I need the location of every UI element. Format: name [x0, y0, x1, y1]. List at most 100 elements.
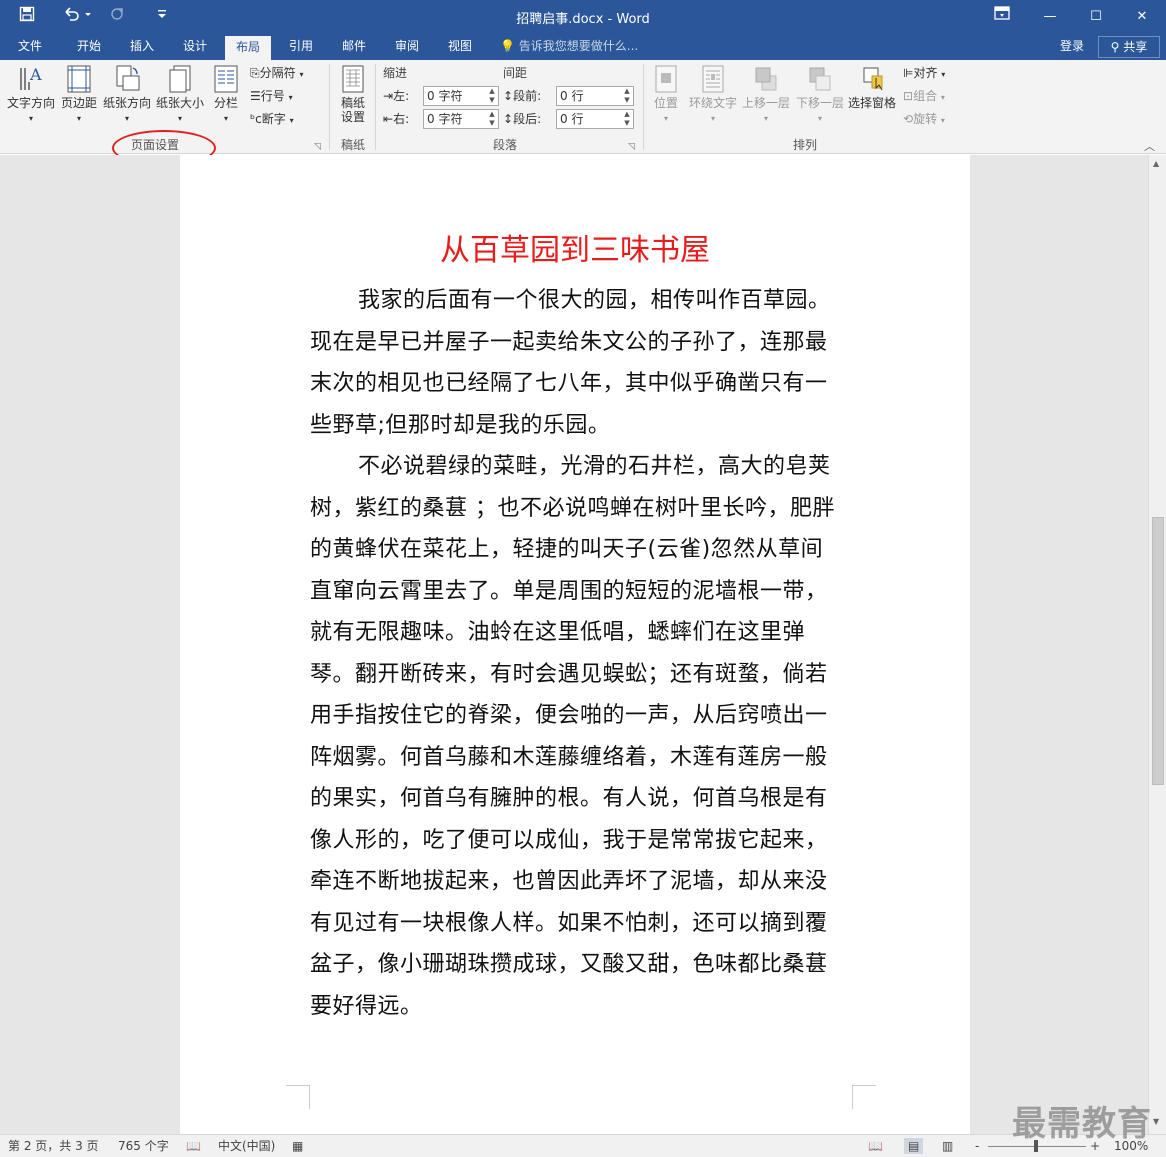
tab-layout[interactable]: 布局: [225, 36, 271, 60]
text-direction-button[interactable]: A 文字方向 ▾: [4, 64, 58, 126]
tab-view[interactable]: 视图: [437, 34, 483, 60]
draft-paper-group-label: 稿纸: [340, 138, 365, 152]
tab-references[interactable]: 引用: [278, 34, 324, 60]
ribbon-display-icon[interactable]: [982, 4, 1022, 30]
bring-forward-label: 上移一层: [741, 96, 790, 110]
zoom-out-button[interactable]: -: [975, 1138, 979, 1154]
orientation-button[interactable]: 纸张方向 ▾: [100, 64, 154, 126]
selection-pane-button[interactable]: 选择窗格: [846, 64, 898, 110]
tab-mailings[interactable]: 邮件: [331, 34, 377, 60]
wrap-text-label: 环绕文字: [688, 96, 737, 110]
print-layout-icon[interactable]: ▤: [904, 1138, 924, 1154]
spacing-after-icon: ↕: [503, 112, 514, 126]
spinner-arrows-icon[interactable]: ▲ ▼: [621, 87, 633, 105]
person-icon: ⚲: [1110, 40, 1120, 54]
close-button[interactable]: ✕: [1122, 4, 1162, 30]
draft-paper-icon: [342, 65, 364, 93]
vertical-scrollbar[interactable]: ▲ ▼: [1148, 155, 1166, 1134]
group-icon: ⊡: [903, 89, 914, 103]
read-mode-icon[interactable]: 📖: [868, 1138, 883, 1154]
wrap-text-button[interactable]: 环绕文字 ▾: [687, 64, 739, 126]
left-gutter: [0, 155, 180, 1134]
tab-review[interactable]: 审阅: [384, 34, 430, 60]
separator: [375, 64, 376, 150]
svg-text:A: A: [29, 65, 42, 84]
hyphenation-button[interactable]: ᵇc断字 ▾: [250, 110, 294, 128]
columns-button[interactable]: 分栏 ▾: [208, 64, 244, 126]
draft-paper-button[interactable]: 稿纸 设置: [333, 64, 373, 124]
send-backward-button[interactable]: 下移一层 ▾: [794, 64, 846, 126]
group-button[interactable]: ⊡组合 ▾: [903, 87, 945, 105]
rotate-label: 旋转: [913, 112, 938, 126]
crop-mark-left: [286, 1085, 310, 1109]
tab-file[interactable]: 文件: [10, 34, 50, 60]
page-count[interactable]: 第 2 页，共 3 页: [8, 1138, 99, 1154]
scroll-up-icon[interactable]: ▲: [1153, 159, 1159, 168]
draft-paper-label-2: 设置: [340, 110, 365, 124]
orientation-icon: [116, 65, 140, 91]
paragraph-group-label: 段落: [492, 138, 517, 152]
maximize-button[interactable]: ☐: [1076, 4, 1116, 30]
spinner-arrows-icon[interactable]: ▲ ▼: [486, 110, 498, 128]
bring-forward-button[interactable]: 上移一层 ▾: [740, 64, 792, 126]
position-label: 位置: [653, 96, 678, 110]
draft-paper-label-1: 稿纸: [340, 96, 365, 110]
language[interactable]: 中文(中国): [218, 1138, 275, 1154]
tab-design[interactable]: 设计: [172, 34, 218, 60]
document-page[interactable]: 从百草园到三味书屋 我家的后面有一个很大的园，相传叫作百草园。现在是早已并屋子一…: [180, 155, 970, 1134]
paragraph-launcher-icon[interactable]: ◹: [628, 142, 635, 152]
scroll-down-icon[interactable]: ▼: [1153, 1117, 1159, 1126]
bring-forward-icon: [755, 67, 777, 91]
web-layout-icon[interactable]: ▥: [942, 1138, 953, 1154]
spacing-title: 间距: [503, 66, 528, 80]
spacing-after-input[interactable]: 0 行 ▲ ▼: [556, 109, 634, 129]
right-gutter: [970, 155, 1148, 1134]
tell-me-box[interactable]: 💡 告诉我您想要做什么...: [500, 34, 638, 60]
spacing-before-input[interactable]: 0 行 ▲ ▼: [556, 86, 634, 106]
columns-icon: [214, 65, 238, 93]
minimize-button[interactable]: —: [1030, 4, 1070, 30]
margins-button[interactable]: 页边距 ▾: [58, 64, 100, 126]
collapse-ribbon-icon[interactable]: ︿: [1144, 138, 1155, 154]
rotate-button[interactable]: ⟲旋转 ▾: [903, 110, 945, 128]
rotate-icon: ⟲: [903, 112, 914, 126]
indent-right-label: ⇤右:: [383, 112, 410, 126]
paper-size-icon: [169, 65, 191, 93]
send-backward-label: 下移一层: [795, 96, 844, 110]
text-direction-label: 文字方向: [6, 96, 55, 110]
tell-me-text: 告诉我您想要做什么...: [518, 39, 639, 53]
tab-insert[interactable]: 插入: [119, 34, 165, 60]
proofing-icon[interactable]: 📖: [186, 1138, 201, 1154]
spinner-arrows-icon[interactable]: ▲ ▼: [621, 110, 633, 128]
breaks-label: 分隔符: [259, 66, 296, 80]
word-count[interactable]: 765 个字: [118, 1138, 169, 1154]
tab-home[interactable]: 开始: [66, 34, 112, 60]
text-direction-icon: A: [20, 65, 42, 90]
share-button[interactable]: ⚲ 共享: [1098, 36, 1160, 58]
page-setup-launcher-icon[interactable]: ◹: [314, 142, 321, 152]
paragraph: 我家的后面有一个很大的园，相传叫作百草园。现在是早已并屋子一起卖给朱文公的子孙了…: [310, 288, 831, 438]
title-bar: 招聘启事.docx - Word — ☐ ✕: [0, 0, 1166, 34]
scrollbar-thumb[interactable]: [1152, 517, 1164, 785]
align-icon: ⊫: [903, 66, 914, 80]
indent-left-input[interactable]: 0 字符 ▲ ▼: [423, 86, 499, 106]
align-button[interactable]: ⊫对齐 ▾: [903, 64, 945, 82]
spinner-arrows-icon[interactable]: ▲ ▼: [486, 87, 498, 105]
spacing-before-label: ↕段前:: [503, 89, 542, 103]
breaks-button[interactable]: ⎘分隔符 ▾: [250, 64, 303, 82]
hyphenation-label: 断字: [261, 112, 286, 126]
position-button[interactable]: 位置 ▾: [647, 64, 685, 126]
hyphenation-icon: ᵇc: [250, 112, 262, 126]
indent-right-icon: ⇤: [383, 112, 394, 126]
size-button[interactable]: 纸张大小 ▾: [154, 64, 206, 126]
paragraph: 不必说碧绿的菜畦，光滑的石井栏，高大的皂荚树，紫红的桑葚 ；也不必说鸣蝉在树叶里…: [310, 454, 835, 1019]
share-label: 共享: [1123, 40, 1148, 54]
macro-icon[interactable]: ▦: [292, 1138, 303, 1154]
spacing-after-label: ↕段后:: [503, 112, 542, 126]
indent-right-input[interactable]: 0 字符 ▲ ▼: [423, 109, 499, 129]
position-icon: [655, 65, 677, 93]
line-numbers-button[interactable]: ☰行号 ▾: [250, 87, 293, 105]
arrange-group-label: 排列: [792, 138, 817, 152]
login-link[interactable]: 登录: [1060, 34, 1084, 60]
watermark: 最需教育: [1012, 1104, 1152, 1144]
